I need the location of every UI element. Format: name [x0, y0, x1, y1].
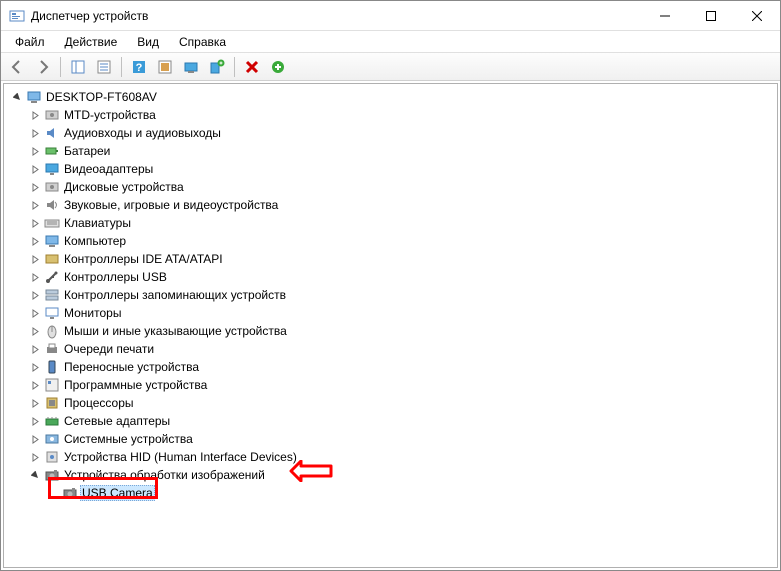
expand-toggle[interactable]: [28, 378, 42, 392]
disable-device-button[interactable]: [240, 55, 264, 79]
expand-toggle[interactable]: [28, 450, 42, 464]
network-icon: [44, 413, 60, 429]
titlebar: Диспетчер устройств: [1, 1, 780, 31]
app-icon: [9, 8, 25, 24]
expand-toggle[interactable]: [28, 360, 42, 374]
back-button[interactable]: [5, 55, 29, 79]
annotation-arrow-icon: [289, 460, 334, 485]
minimize-button[interactable]: [642, 1, 688, 30]
menu-view[interactable]: Вид: [127, 33, 169, 51]
category-item[interactable]: Процессоры: [62, 396, 136, 410]
category-item[interactable]: Контроллеры запоминающих устройств: [62, 288, 288, 302]
scan-hardware-button[interactable]: [153, 55, 177, 79]
computer-icon: [26, 89, 42, 105]
category-item[interactable]: Батареи: [62, 144, 112, 158]
update-driver-button[interactable]: [179, 55, 203, 79]
system-icon: [44, 431, 60, 447]
computer-icon: [44, 233, 60, 249]
expand-toggle[interactable]: [28, 252, 42, 266]
hid-icon: [44, 449, 60, 465]
expand-toggle[interactable]: [28, 108, 42, 122]
category-item[interactable]: Клавиатуры: [62, 216, 133, 230]
close-button[interactable]: [734, 1, 780, 30]
expand-toggle[interactable]: [28, 324, 42, 338]
menu-help[interactable]: Справка: [169, 33, 236, 51]
tree-root-label[interactable]: DESKTOP-FT608AV: [44, 90, 159, 104]
category-item[interactable]: Переносные устройства: [62, 360, 201, 374]
printer-icon: [44, 341, 60, 357]
expand-toggle[interactable]: [28, 288, 42, 302]
category-item[interactable]: Дисковые устройства: [62, 180, 186, 194]
monitor-icon: [44, 305, 60, 321]
ide-icon: [44, 251, 60, 267]
software-icon: [44, 377, 60, 393]
cpu-icon: [44, 395, 60, 411]
toolbar: ?: [1, 53, 780, 81]
category-item[interactable]: Видеоадаптеры: [62, 162, 155, 176]
disk-icon: [44, 107, 60, 123]
category-item[interactable]: Программные устройства: [62, 378, 209, 392]
mouse-icon: [44, 323, 60, 339]
storage-icon: [44, 287, 60, 303]
enable-device-button[interactable]: [266, 55, 290, 79]
show-hide-console-button[interactable]: [66, 55, 90, 79]
device-tree-panel: DESKTOP-FT608AV MTD-устройства Аудиовходы …: [3, 83, 778, 568]
collapse-toggle[interactable]: [10, 90, 24, 104]
expand-toggle[interactable]: [28, 198, 42, 212]
portable-icon: [44, 359, 60, 375]
category-item[interactable]: Мониторы: [62, 306, 123, 320]
sound-icon: [44, 197, 60, 213]
expand-toggle[interactable]: [28, 216, 42, 230]
display-icon: [44, 161, 60, 177]
svg-text:?: ?: [136, 62, 143, 74]
category-item[interactable]: Устройства HID (Human Interface Devices): [62, 450, 299, 464]
expand-toggle[interactable]: [28, 162, 42, 176]
expand-toggle[interactable]: [28, 270, 42, 284]
audio-icon: [44, 125, 60, 141]
menu-action[interactable]: Действие: [55, 33, 128, 51]
expand-toggle[interactable]: [28, 414, 42, 428]
collapse-toggle[interactable]: [28, 468, 42, 482]
window-title: Диспетчер устройств: [31, 9, 148, 23]
annotation-highlight: [48, 477, 158, 499]
category-item[interactable]: Очереди печати: [62, 342, 156, 356]
forward-button[interactable]: [31, 55, 55, 79]
menubar: Файл Действие Вид Справка: [1, 31, 780, 53]
properties-button[interactable]: [92, 55, 116, 79]
category-item[interactable]: Мыши и иные указывающие устройства: [62, 324, 289, 338]
category-item[interactable]: Аудиовходы и аудиовыходы: [62, 126, 223, 140]
category-item[interactable]: MTD-устройства: [62, 108, 158, 122]
keyboard-icon: [44, 215, 60, 231]
expand-toggle[interactable]: [28, 234, 42, 248]
expand-toggle[interactable]: [28, 396, 42, 410]
category-item[interactable]: Звуковые, игровые и видеоустройства: [62, 198, 280, 212]
category-item[interactable]: Контроллеры IDE ATA/ATAPI: [62, 252, 225, 266]
usb-icon: [44, 269, 60, 285]
battery-icon: [44, 143, 60, 159]
expand-toggle[interactable]: [28, 306, 42, 320]
category-item[interactable]: Контроллеры USB: [62, 270, 169, 284]
expand-toggle[interactable]: [28, 144, 42, 158]
menu-file[interactable]: Файл: [5, 33, 55, 51]
uninstall-device-button[interactable]: [205, 55, 229, 79]
disk-icon: [44, 179, 60, 195]
expand-toggle[interactable]: [28, 180, 42, 194]
maximize-button[interactable]: [688, 1, 734, 30]
category-item[interactable]: Сетевые адаптеры: [62, 414, 172, 428]
category-item[interactable]: Системные устройства: [62, 432, 195, 446]
help-button[interactable]: ?: [127, 55, 151, 79]
category-item[interactable]: Компьютер: [62, 234, 128, 248]
expand-toggle[interactable]: [28, 126, 42, 140]
expand-toggle[interactable]: [28, 432, 42, 446]
expand-toggle[interactable]: [28, 342, 42, 356]
